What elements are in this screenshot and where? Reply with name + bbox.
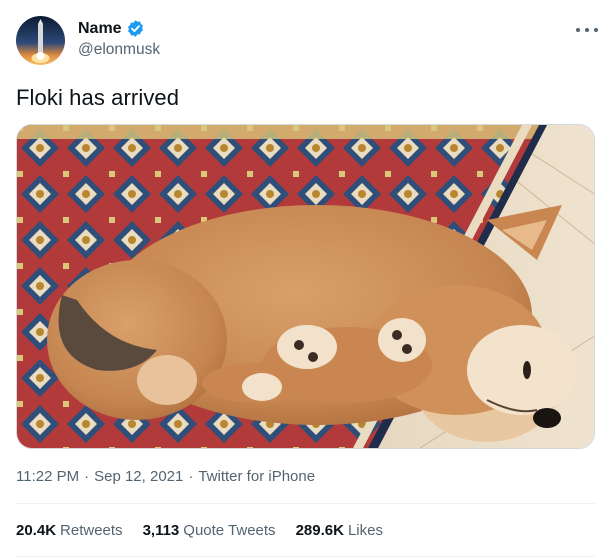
rocket-avatar-icon	[16, 16, 65, 65]
author-name-row: Name	[78, 19, 145, 38]
meta-separator: ·	[188, 468, 194, 485]
more-dot	[576, 28, 580, 32]
retweets-label: Retweets	[60, 522, 123, 539]
tweet-photo[interactable]	[16, 124, 595, 449]
quote-tweets-label: Quote Tweets	[183, 522, 276, 539]
verified-badge-icon	[126, 19, 145, 38]
tweet-text: Floki has arrived	[16, 85, 180, 110]
quote-tweets-count: 3,113	[142, 522, 180, 539]
quote-tweets-stat[interactable]: 3,113 Quote Tweets	[143, 522, 276, 539]
meta-separator: ·	[84, 468, 90, 485]
retweets-count: 20.4K	[16, 522, 57, 539]
divider	[16, 556, 595, 557]
sleeping-puppy-photo	[17, 125, 594, 448]
tweet-card: Name @elonmusk Floki has arrived 11:22 P…	[0, 0, 615, 558]
likes-count: 289.6K	[295, 522, 344, 539]
more-icon[interactable]	[574, 22, 600, 38]
engagement-stats: 20.4K Retweets 3,113 Quote Tweets 289.6K…	[16, 522, 383, 539]
divider	[16, 503, 595, 504]
more-dot	[594, 28, 598, 32]
author-display-name[interactable]: Name	[78, 20, 122, 38]
tweet-source[interactable]: Twitter for iPhone	[198, 468, 315, 485]
tweet-meta: 11:22 PM · Sep 12, 2021 · Twitter for iP…	[16, 468, 315, 485]
likes-stat[interactable]: 289.6K Likes	[296, 522, 383, 539]
tweet-date[interactable]: Sep 12, 2021	[94, 468, 183, 485]
likes-label: Likes	[347, 522, 383, 539]
more-dot	[585, 28, 589, 32]
tweet-time[interactable]: 11:22 PM	[16, 468, 79, 485]
author-avatar[interactable]	[16, 16, 65, 65]
author-handle[interactable]: @elonmusk	[78, 41, 160, 59]
retweets-stat[interactable]: 20.4K Retweets	[16, 522, 123, 539]
